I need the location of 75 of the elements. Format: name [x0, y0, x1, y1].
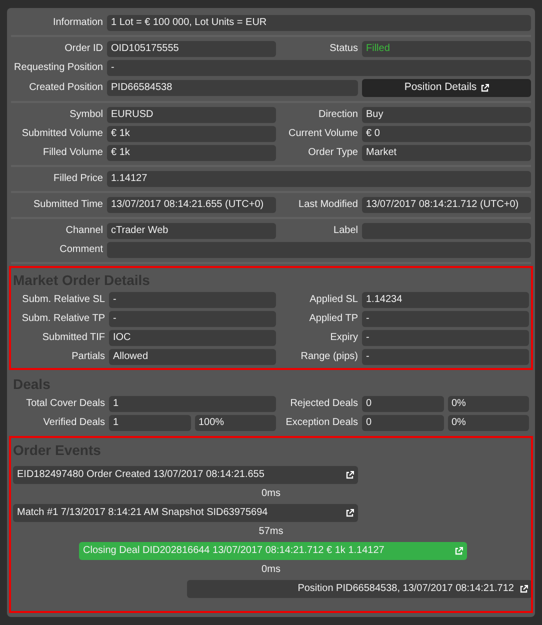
field-value: -: [362, 330, 529, 346]
event-row[interactable]: EID182497480 Order Created 13/07/2017 08:14:21.655: [13, 466, 358, 484]
event-row[interactable]: Match #1 7/13/2017 8:14:21 AM Snapshot SID63975694: [13, 504, 358, 522]
field-value: -: [362, 311, 529, 327]
field-value: Allowed: [109, 349, 276, 365]
field-value: -: [107, 60, 531, 76]
field-label: Symbol: [68, 108, 103, 122]
field-value: 0%: [448, 396, 529, 412]
position-details-button[interactable]: Position Details: [362, 79, 531, 97]
field-label: Channel: [64, 224, 103, 238]
field-value: € 1k: [107, 126, 276, 142]
field-label: Current Volume: [288, 127, 358, 141]
field-value: 0: [362, 396, 444, 412]
field-value: EURUSD: [107, 107, 276, 123]
field-value: IOC: [109, 330, 276, 346]
field-label: Subm. Relative TP: [20, 312, 105, 326]
field-label: Submitted Volume: [20, 127, 103, 141]
field-value: 1: [109, 396, 276, 412]
field-label: Partials: [70, 350, 105, 364]
field-value: 1: [109, 415, 190, 431]
field-label: Status: [328, 42, 358, 56]
field-label: Applied SL: [308, 293, 358, 307]
external-link-icon: [346, 509, 354, 517]
field-value: 100%: [194, 415, 276, 431]
external-link-icon: [346, 471, 354, 479]
field-label: Expiry: [329, 331, 358, 345]
field-value: OID105175555: [107, 41, 276, 57]
field-value: 13/07/2017 08:14:21.712 (UTC+0): [362, 197, 531, 213]
field-value: -: [109, 292, 276, 308]
external-link-icon: [455, 547, 463, 555]
elapsed-time: 0ms: [260, 487, 282, 501]
field-label: Filled Price: [52, 172, 103, 186]
field-label: Rejected Deals: [289, 397, 358, 411]
field-value: Buy: [362, 107, 531, 123]
field-label: Requesting Position: [13, 61, 103, 75]
field-value: -: [109, 311, 276, 327]
field-value: 1 Lot = € 100 000, Lot Units = EUR: [107, 15, 531, 31]
field-value: Market: [362, 145, 531, 161]
field-value: PID66584538: [107, 80, 358, 96]
event-text: Position PID66584538, 13/07/2017 08:14:21.712: [298, 582, 514, 596]
field-label: Verified Deals: [42, 416, 105, 430]
field-label: Filled Volume: [42, 146, 103, 160]
field-label: Information: [52, 16, 103, 30]
event-text: Match #1 7/13/2017 8:14:21 AM Snapshot SID63975694: [17, 506, 268, 520]
field-label: Total Cover Deals: [25, 397, 105, 411]
event-text: Closing Deal DID202816644 13/07/2017 08:14:21.712 € 1k 1.14127: [83, 544, 384, 558]
field-label: Submitted Time: [32, 198, 103, 212]
field-value: cTrader Web: [107, 223, 276, 239]
field-value: 0: [362, 415, 444, 431]
external-link-icon: [480, 84, 489, 92]
field-label: Exception Deals: [284, 416, 358, 430]
field-label: Last Modified: [298, 198, 358, 212]
field-value: 1.14127: [107, 171, 531, 187]
field-value: -: [362, 349, 529, 365]
field-value: 0%: [448, 415, 529, 431]
field-label: Applied TP: [308, 312, 358, 326]
field-label: Comment: [58, 243, 103, 257]
field-label: Order Type: [307, 146, 358, 160]
elapsed-time: 57ms: [258, 525, 284, 539]
field-label: Direction: [318, 108, 358, 122]
field-label: Created Position: [28, 81, 103, 95]
field-value: € 0: [362, 126, 531, 142]
field-value: € 1k: [107, 145, 276, 161]
event-text: EID182497480 Order Created 13/07/2017 08:14:21.655: [17, 468, 264, 482]
external-link-icon: [520, 585, 528, 593]
elapsed-time: 0ms: [260, 563, 282, 577]
field-label: Range (pips): [300, 350, 358, 364]
field-label: Label: [332, 224, 358, 238]
field-label: Subm. Relative SL: [21, 293, 105, 307]
event-row[interactable]: Position PID66584538, 13/07/2017 08:14:21.712: [187, 580, 532, 598]
field-value: 13/07/2017 08:14:21.655 (UTC+0): [107, 197, 276, 213]
field-label: Submitted TIF: [41, 331, 105, 345]
field-label: Order ID: [64, 42, 103, 56]
field-value: Filled: [362, 41, 531, 57]
field-value: 1.14234: [362, 292, 529, 308]
